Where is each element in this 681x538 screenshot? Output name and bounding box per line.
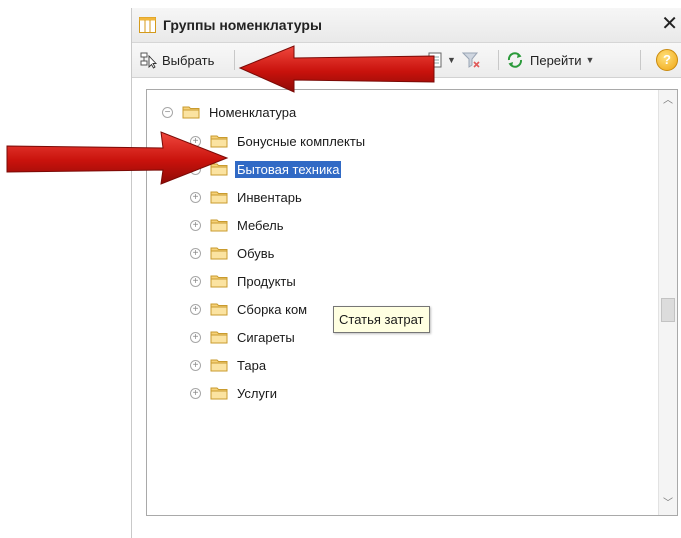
toolbar-separator [498, 50, 499, 70]
tree-item-label: Номенклатура [209, 104, 297, 120]
select-icon [140, 52, 158, 69]
tree-item-label: Сигареты [237, 329, 295, 345]
folder-icon [210, 331, 228, 344]
help-icon[interactable]: ? [656, 49, 678, 71]
scroll-up-icon[interactable]: ︿ [661, 94, 675, 108]
folder-icon [210, 387, 228, 400]
tree-item-label: Продукты [237, 273, 296, 289]
title-bar: Группы номенклатуры ✕ [132, 8, 681, 43]
expand-icon[interactable]: + [190, 387, 201, 399]
select-button[interactable]: Выбрать [140, 49, 214, 71]
expand-icon[interactable]: + [190, 275, 201, 287]
tree-item[interactable]: + Инвентарь [190, 186, 304, 208]
expand-icon[interactable]: + [190, 219, 201, 231]
scroll-thumb[interactable] [661, 298, 675, 322]
filter-clear-icon [462, 52, 480, 68]
folder-icon [210, 219, 228, 232]
folder-icon [210, 275, 228, 288]
tree-item-label: Бонусные комплекты [237, 133, 366, 149]
tree-item-label: Инвентарь [237, 189, 302, 205]
clear-filter-button[interactable] [462, 49, 482, 71]
vertical-scrollbar[interactable]: ︿ ﹀ [658, 90, 677, 515]
tree-root[interactable]: − Номенклатура [162, 101, 298, 123]
expand-icon[interactable]: + [190, 359, 201, 371]
tree-item[interactable]: + Сигареты [190, 326, 297, 348]
tooltip: Статья затрат [333, 306, 430, 333]
toolbar-separator [234, 50, 235, 70]
expand-icon[interactable]: + [190, 331, 201, 343]
toolbar-separator [640, 50, 641, 70]
close-button[interactable]: ✕ [661, 13, 678, 35]
tree-item-label: Бытовая техника [235, 160, 342, 178]
tree-item[interactable]: + Продукты [190, 270, 298, 292]
tree-item[interactable]: + Мебель [190, 214, 286, 236]
chevron-down-icon: ▼ [447, 55, 456, 65]
grid-icon [139, 17, 156, 33]
folder-icon [210, 247, 228, 260]
tree-item[interactable]: + Тара [190, 354, 268, 376]
annotation-arrow-icon [238, 45, 435, 93]
chevron-down-icon: ▼ [585, 55, 595, 65]
tree-item[interactable]: + Услуги [190, 382, 279, 404]
expand-icon[interactable]: + [190, 191, 201, 203]
tree-item-label: Обувь [237, 245, 275, 261]
collapse-icon[interactable]: − [162, 106, 173, 118]
annotation-arrow-icon [6, 131, 229, 185]
expand-icon[interactable]: + [190, 247, 201, 259]
tree-item[interactable]: + Сборка ком [190, 298, 309, 320]
tree-item-label: Тара [237, 357, 267, 373]
navigate-button[interactable]: Перейти ▼ [506, 49, 594, 71]
tree-item-label: Услуги [237, 385, 277, 401]
folder-icon [210, 359, 228, 372]
refresh-arrows-icon [507, 52, 523, 68]
folder-icon [210, 191, 228, 204]
folder-icon [182, 106, 200, 119]
expand-icon[interactable]: + [190, 303, 201, 315]
select-button-label: Выбрать [162, 52, 215, 68]
navigate-button-label: Перейти [530, 52, 582, 68]
folder-icon [210, 303, 228, 316]
tree-item-label: Сборка ком [237, 301, 308, 317]
tree-item[interactable]: + Обувь [190, 242, 276, 264]
tree-item-label: Мебель [237, 217, 284, 233]
scroll-down-icon[interactable]: ﹀ [661, 497, 675, 511]
window-title: Группы номенклатуры [163, 17, 322, 33]
